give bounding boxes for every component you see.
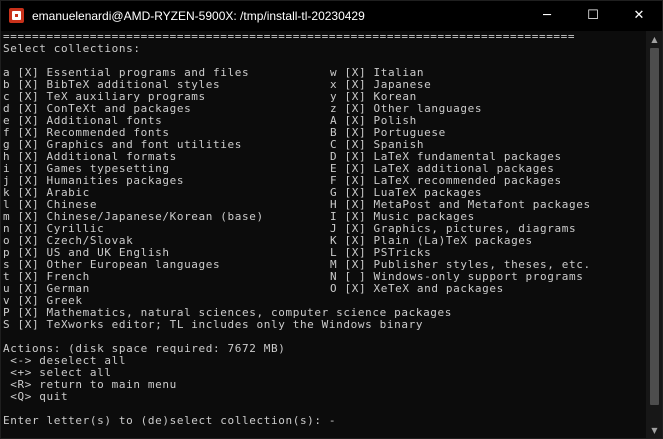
input-prompt: Enter letter(s) to (de)select collection… <box>3 414 337 427</box>
scrollbar-thumb[interactable] <box>650 48 659 405</box>
collection-item: S [X] TeXworks editor; TL includes only … <box>3 318 424 331</box>
minimize-button[interactable]: ─ <box>524 1 570 31</box>
maximize-button[interactable]: ☐ <box>570 1 616 31</box>
terminal-output[interactable]: ========================================… <box>1 31 646 438</box>
action-item: <Q> quit <box>3 390 69 403</box>
close-button[interactable]: ✕ <box>616 1 662 31</box>
terminal-window: emanuelenardi@AMD-RYZEN-5900X: /tmp/inst… <box>0 0 663 439</box>
terminal-app-icon[interactable] <box>9 8 24 23</box>
collection-item: O [X] XeTeX and packages <box>330 282 504 295</box>
select-collections-heading: Select collections: <box>3 42 141 55</box>
scroll-down-icon[interactable]: ▼ <box>646 422 662 438</box>
title-bar[interactable]: emanuelenardi@AMD-RYZEN-5900X: /tmp/inst… <box>1 1 662 31</box>
window-title: emanuelenardi@AMD-RYZEN-5900X: /tmp/inst… <box>32 9 365 23</box>
scroll-up-icon[interactable]: ▲ <box>646 31 662 48</box>
vertical-scrollbar[interactable]: ▲ ▼ <box>646 31 662 438</box>
